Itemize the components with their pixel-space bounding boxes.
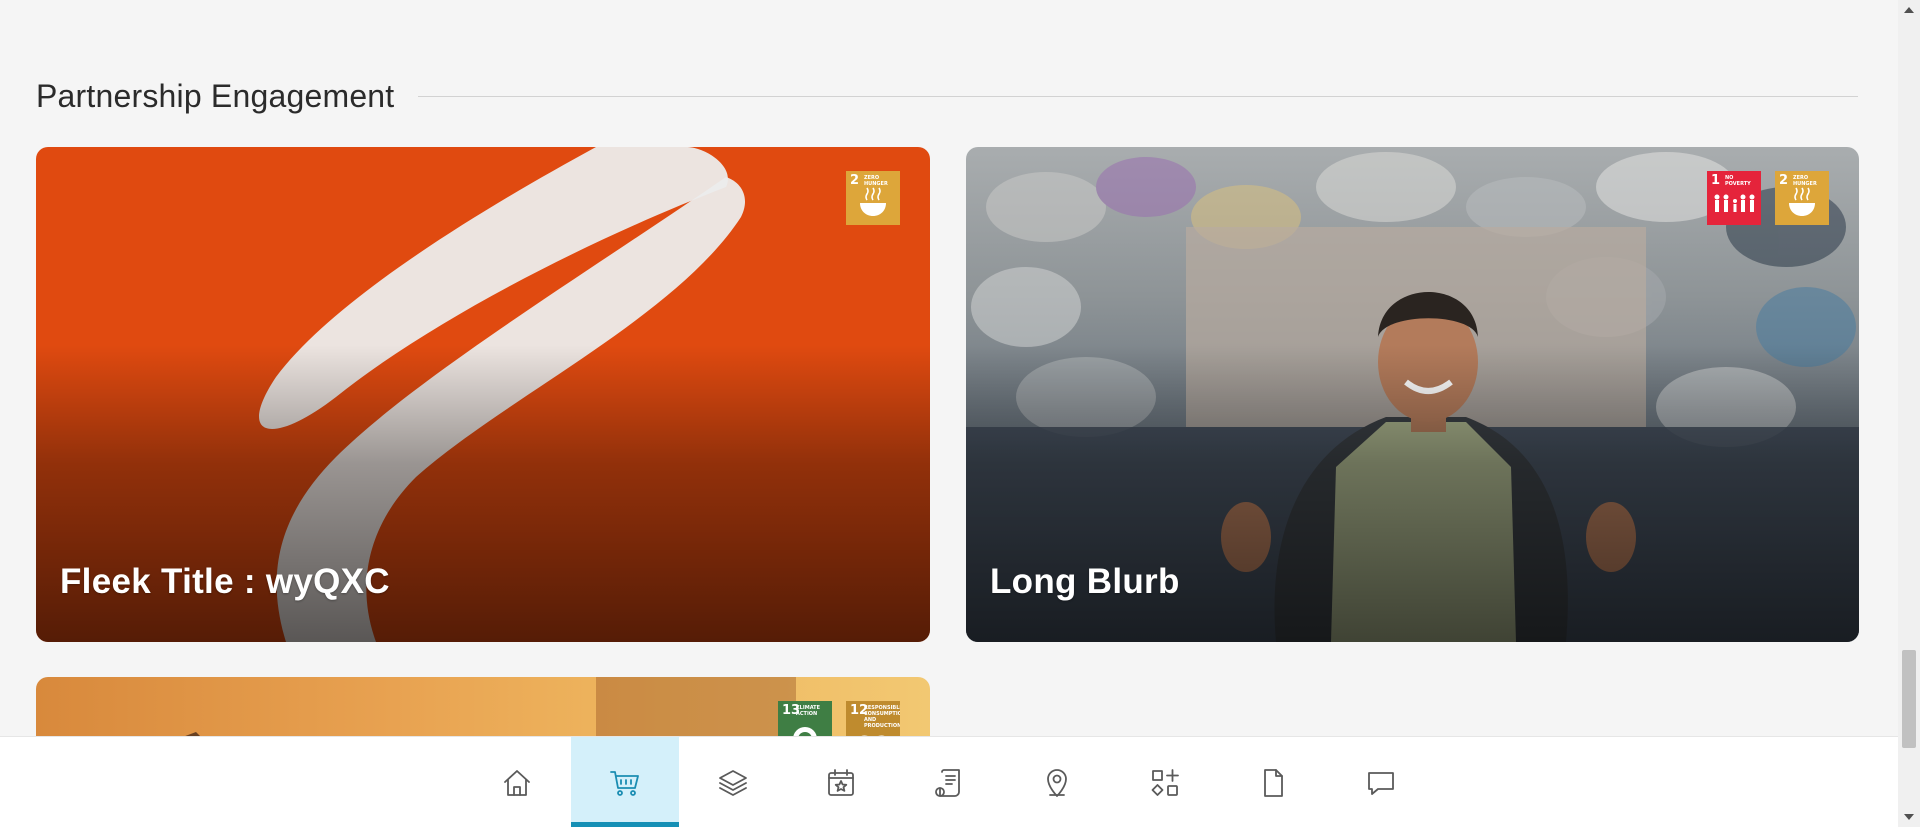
bottom-nav-items bbox=[463, 737, 1435, 827]
scroll-down-arrow-icon[interactable] bbox=[1898, 807, 1920, 827]
engagement-card[interactable]: 2 ZERO HUNGER Fleek Title : wyQXC bbox=[36, 147, 930, 642]
cart-icon bbox=[610, 770, 639, 796]
vertical-scrollbar[interactable] bbox=[1898, 0, 1920, 827]
nav-layers[interactable] bbox=[679, 737, 787, 827]
chat-icon bbox=[1368, 771, 1394, 795]
sdg-badge: 2 ZERO HUNGER bbox=[1775, 171, 1829, 225]
sdg-badges: 1 NO POVERTY 2 ZERO HUNGER bbox=[1707, 171, 1829, 225]
nav-map[interactable] bbox=[1003, 737, 1111, 827]
nav-documents[interactable] bbox=[895, 737, 1003, 827]
nav-widgets[interactable] bbox=[1111, 737, 1219, 827]
nav-chat[interactable] bbox=[1327, 737, 1435, 827]
map-pin-icon bbox=[1047, 768, 1067, 797]
bowl-icon bbox=[860, 187, 886, 216]
nav-home[interactable] bbox=[463, 737, 571, 827]
sdg-badge: 2 ZERO HUNGER bbox=[846, 171, 900, 225]
home-icon bbox=[504, 769, 530, 796]
widgets-icon bbox=[1151, 768, 1179, 796]
document-list-icon bbox=[935, 768, 960, 797]
people-icon bbox=[1714, 194, 1755, 212]
sdg-badges: 2 ZERO HUNGER bbox=[846, 171, 900, 225]
sdg-badge: 1 NO POVERTY bbox=[1707, 171, 1761, 225]
nav-events[interactable] bbox=[787, 737, 895, 827]
bottom-nav bbox=[0, 736, 1898, 827]
section-header: Partnership Engagement bbox=[36, 74, 1858, 118]
engagement-card[interactable]: 1 NO POVERTY 2 ZERO HUNGER Long Blurb bbox=[966, 147, 1859, 642]
bowl-icon bbox=[1789, 187, 1815, 216]
nav-file[interactable] bbox=[1219, 737, 1327, 827]
section-divider bbox=[418, 95, 1858, 97]
nav-cart[interactable] bbox=[571, 737, 679, 827]
card-title: Fleek Title : wyQXC bbox=[60, 562, 390, 601]
page: Partnership Engagement 2 ZERO HUNGER Fle… bbox=[0, 0, 1920, 827]
card-title: Long Blurb bbox=[990, 562, 1180, 601]
layers-icon bbox=[719, 769, 747, 796]
file-icon bbox=[1264, 768, 1283, 797]
scrollbar-thumb[interactable] bbox=[1902, 650, 1916, 748]
section-title: Partnership Engagement bbox=[36, 77, 395, 114]
calendar-star-icon bbox=[828, 768, 854, 796]
scroll-up-arrow-icon[interactable] bbox=[1898, 0, 1920, 20]
